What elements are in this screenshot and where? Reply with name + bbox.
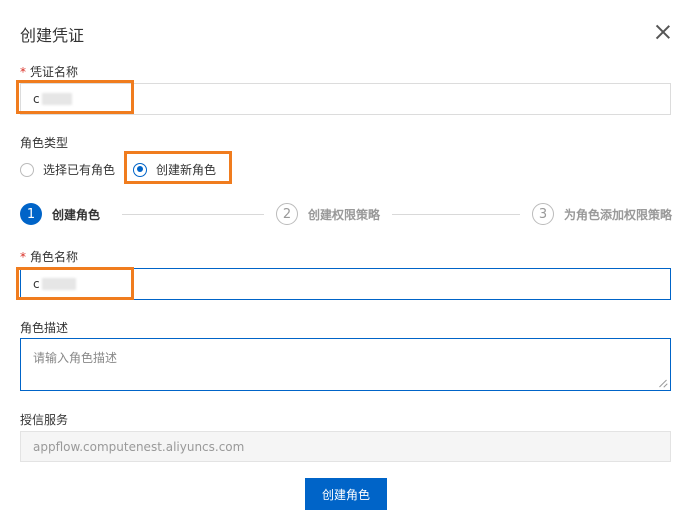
step-3: 3 为角色添加权限策略 bbox=[532, 203, 672, 225]
radio-icon bbox=[20, 162, 34, 177]
step-2: 2 创建权限策略 bbox=[276, 203, 380, 225]
role-type-label: 角色类型 bbox=[20, 136, 69, 150]
close-icon[interactable] bbox=[655, 24, 671, 40]
step-connector bbox=[392, 214, 520, 215]
role-desc-textarea[interactable]: 请输入角色描述 bbox=[20, 338, 671, 391]
highlight-box-new-role bbox=[124, 151, 232, 184]
role-name-label: * 角色名称 bbox=[20, 250, 79, 264]
role-desc-label: 角色描述 bbox=[20, 321, 69, 335]
step-1: 1 创建角色 bbox=[20, 203, 100, 225]
step-connector bbox=[122, 214, 264, 215]
resize-grip-icon[interactable] bbox=[659, 379, 667, 387]
trusted-service-input: appflow.computenest.aliyuncs.com bbox=[20, 431, 671, 462]
radio-existing-role[interactable]: 选择已有角色 bbox=[20, 161, 115, 178]
create-role-button[interactable]: 创建角色 bbox=[305, 478, 387, 510]
credential-name-label: * 凭证名称 bbox=[20, 65, 79, 79]
highlight-box-credential-name bbox=[16, 80, 134, 114]
dialog-title: 创建凭证 bbox=[20, 26, 85, 45]
required-mark: * bbox=[20, 65, 26, 79]
highlight-box-role-name bbox=[16, 267, 134, 300]
trusted-service-label: 授信服务 bbox=[20, 413, 69, 427]
required-mark: * bbox=[20, 250, 26, 264]
